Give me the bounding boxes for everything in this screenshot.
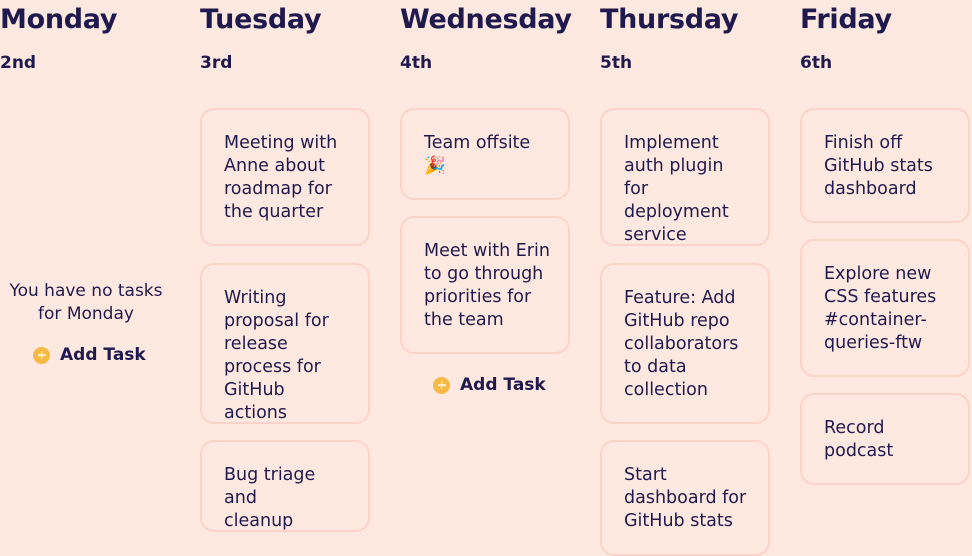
day-title: Friday <box>800 4 892 35</box>
task-card[interactable]: Explore new CSS features #container- que… <box>800 239 970 377</box>
day-title: Thursday <box>600 4 739 35</box>
task-card[interactable]: Feature: Add GitHub repo collaborators t… <box>600 263 770 424</box>
task-text: Writing proposal for release process for… <box>224 288 329 423</box>
task-card[interactable]: Meet with Erin to go through priorities … <box>400 216 570 354</box>
weekly-task-board: Monday 2nd You have no tasks for Monday … <box>0 0 972 556</box>
add-task-button[interactable]: Add Task <box>433 374 546 396</box>
task-text: Explore new CSS features #container- que… <box>824 264 937 353</box>
day-date: 6th <box>800 53 833 73</box>
task-card[interactable]: Record podcast <box>800 393 970 485</box>
task-text: Start dashboard for GitHub stats <box>624 465 747 531</box>
day-date: 5th <box>600 53 633 73</box>
day-title: Wednesday <box>400 4 572 35</box>
task-card[interactable]: Bug triage and cleanup <box>200 440 370 532</box>
day-date: 3rd <box>200 53 233 73</box>
add-task-label: Add Task <box>60 345 146 365</box>
task-text: Team offsite 🎉 <box>424 133 531 176</box>
task-card[interactable]: Implement auth plugin for deployment ser… <box>600 108 770 246</box>
plus-icon <box>433 376 450 394</box>
task-text: Implement auth plugin for deployment ser… <box>624 133 729 245</box>
day-title: Monday <box>0 4 118 35</box>
task-text: Meet with Erin to go through priorities … <box>424 241 550 330</box>
task-text: Meeting with Anne about roadmap for the … <box>224 133 338 222</box>
task-card[interactable]: Writing proposal for release process for… <box>200 263 370 424</box>
day-date: 4th <box>400 53 433 73</box>
plus-icon <box>33 346 50 364</box>
task-card[interactable]: Team offsite 🎉 <box>400 108 570 200</box>
add-task-label: Add Task <box>460 375 546 395</box>
day-title: Tuesday <box>200 4 322 35</box>
task-card[interactable]: Finish off GitHub stats dashboard <box>800 108 970 223</box>
add-task-button[interactable]: Add Task <box>33 344 146 366</box>
task-text: Feature: Add GitHub repo collaborators t… <box>624 288 739 400</box>
task-card[interactable]: Start dashboard for GitHub stats <box>600 440 770 556</box>
task-text: Bug triage and cleanup <box>224 465 316 531</box>
task-text: Finish off GitHub stats dashboard <box>824 133 933 199</box>
task-card[interactable]: Meeting with Anne about roadmap for the … <box>200 108 370 246</box>
day-date: 2nd <box>0 53 37 73</box>
task-text: Record podcast <box>824 418 894 461</box>
empty-state-message: You have no tasks for Monday <box>9 281 163 324</box>
